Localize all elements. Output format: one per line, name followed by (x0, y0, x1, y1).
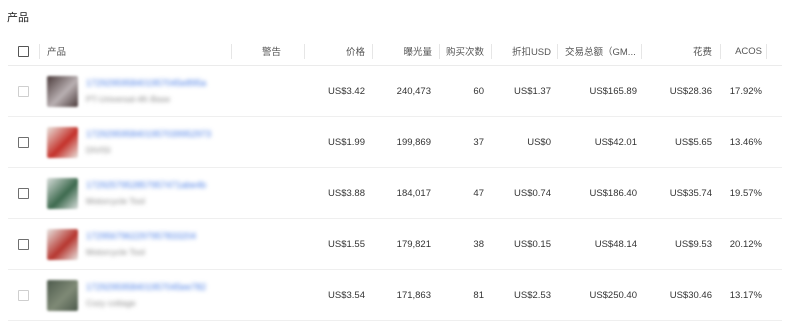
header-warning[interactable]: 警告 (262, 37, 281, 65)
column-separator (720, 44, 721, 59)
products-table: 产品 警告 价格 曝光量 购买次数 折扣USD 交易总额（GM... 花费 AC… (8, 37, 782, 321)
discount-cell: US$2.53 (514, 289, 551, 301)
table-row[interactable]: 1729567962297957833204 Motorcycle Tool U… (8, 219, 782, 270)
header-acos[interactable]: ACOS (735, 37, 762, 65)
product-cell: 1729295958401957039952973 DIVISI (47, 117, 211, 167)
gmv-cell: US$42.01 (594, 136, 637, 148)
discount-cell: US$0.74 (514, 187, 551, 199)
spend-cell: US$9.53 (675, 238, 712, 250)
row-checkbox[interactable] (18, 136, 29, 148)
header-purchases[interactable]: 购买次数 (446, 37, 484, 65)
product-thumbnail[interactable] (47, 279, 78, 311)
price-cell: US$3.54 (328, 289, 365, 301)
product-name: Cozy cottage (86, 298, 136, 308)
header-gmv[interactable]: 交易总额（GM... (565, 37, 636, 65)
header-price[interactable]: 价格 (346, 37, 365, 65)
acos-cell: 19.57% (729, 187, 762, 199)
row-select-cell (18, 66, 29, 116)
gmv-cell: US$165.89 (589, 85, 637, 97)
row-select-cell (18, 270, 29, 320)
purchases-cell: 47 (473, 187, 484, 199)
acos-cell: 20.12% (729, 238, 762, 250)
section-title: 产品 (7, 12, 29, 24)
product-id-link[interactable]: 1729295958401957045e895a (86, 78, 206, 88)
price-cell: US$3.88 (328, 187, 365, 199)
column-separator (439, 44, 440, 59)
price-cell: US$1.99 (328, 136, 365, 148)
table-row[interactable]: 1729295958401957045ee782 Cozy cottage US… (8, 270, 782, 321)
product-id-link[interactable]: 1729295958401957045ee782 (86, 282, 206, 292)
product-id-link[interactable]: 1729295958401957039952973 (86, 129, 211, 139)
spend-cell: US$28.36 (669, 85, 712, 97)
acos-cell: 13.17% (729, 289, 762, 301)
price-cell: US$1.55 (328, 238, 365, 250)
product-name: Motorcycle Tool (86, 196, 145, 206)
row-checkbox[interactable] (18, 187, 29, 199)
product-cell: 1729295958401957045ee782 Cozy cottage (47, 270, 206, 320)
gmv-cell: US$48.14 (594, 238, 637, 250)
product-thumbnail[interactable] (47, 126, 78, 158)
column-separator (641, 44, 642, 59)
product-name: DIVISI (86, 145, 111, 155)
column-separator (557, 44, 558, 59)
select-all-cell (18, 37, 29, 65)
header-impressions[interactable]: 曝光量 (403, 37, 432, 65)
row-checkbox[interactable] (18, 85, 29, 97)
impressions-cell: 179,821 (396, 238, 431, 250)
table-row[interactable]: 1729257952857957471abe4b Motorcycle Tool… (8, 168, 782, 219)
impressions-cell: 171,863 (396, 289, 431, 301)
discount-cell: US$1.37 (514, 85, 551, 97)
row-select-cell (18, 117, 29, 167)
purchases-cell: 81 (473, 289, 484, 301)
column-separator (304, 44, 305, 59)
product-cell: 1729257952857957471abe4b Motorcycle Tool (47, 168, 206, 218)
gmv-cell: US$186.40 (589, 187, 637, 199)
acos-cell: 13.46% (729, 136, 762, 148)
product-thumbnail[interactable] (47, 177, 78, 209)
discount-cell: US$0.15 (514, 238, 551, 250)
product-name: Motorcycle Tool (86, 247, 145, 257)
impressions-cell: 184,017 (396, 187, 431, 199)
header-discount[interactable]: 折扣USD (512, 37, 551, 65)
impressions-cell: 199,869 (396, 136, 431, 148)
column-separator (39, 44, 40, 59)
product-thumbnail[interactable] (47, 228, 78, 260)
row-select-cell (18, 168, 29, 218)
header-spend[interactable]: 花费 (693, 37, 712, 65)
select-all-checkbox[interactable] (18, 45, 29, 57)
column-separator (491, 44, 492, 59)
table-row[interactable]: 1729295958401957039952973 DIVISI US$1.99… (8, 117, 782, 168)
table-row[interactable]: 1729295958401957045e895a PT-Universal-4K… (8, 66, 782, 117)
product-id-link[interactable]: 1729567962297957833204 (86, 231, 196, 241)
row-checkbox[interactable] (18, 289, 29, 301)
spend-cell: US$30.46 (669, 289, 712, 301)
product-name: PT-Universal-4K-Base (86, 94, 171, 104)
product-cell: 1729295958401957045e895a PT-Universal-4K… (47, 66, 206, 116)
spend-cell: US$35.74 (669, 187, 712, 199)
column-separator (372, 44, 373, 59)
table-header: 产品 警告 价格 曝光量 购买次数 折扣USD 交易总额（GM... 花费 AC… (8, 37, 782, 66)
row-select-cell (18, 219, 29, 269)
purchases-cell: 37 (473, 136, 484, 148)
spend-cell: US$5.65 (675, 136, 712, 148)
purchases-cell: 60 (473, 85, 484, 97)
purchases-cell: 38 (473, 238, 484, 250)
column-separator (766, 44, 767, 59)
column-separator (231, 44, 232, 59)
product-id-link[interactable]: 1729257952857957471abe4b (86, 180, 206, 190)
gmv-cell: US$250.40 (589, 289, 637, 301)
product-thumbnail[interactable] (47, 75, 78, 107)
product-cell: 1729567962297957833204 Motorcycle Tool (47, 219, 196, 269)
row-checkbox[interactable] (18, 238, 29, 250)
discount-cell: US$0 (527, 136, 551, 148)
header-product[interactable]: 产品 (47, 37, 66, 65)
price-cell: US$3.42 (328, 85, 365, 97)
acos-cell: 17.92% (729, 85, 762, 97)
impressions-cell: 240,473 (396, 85, 431, 97)
